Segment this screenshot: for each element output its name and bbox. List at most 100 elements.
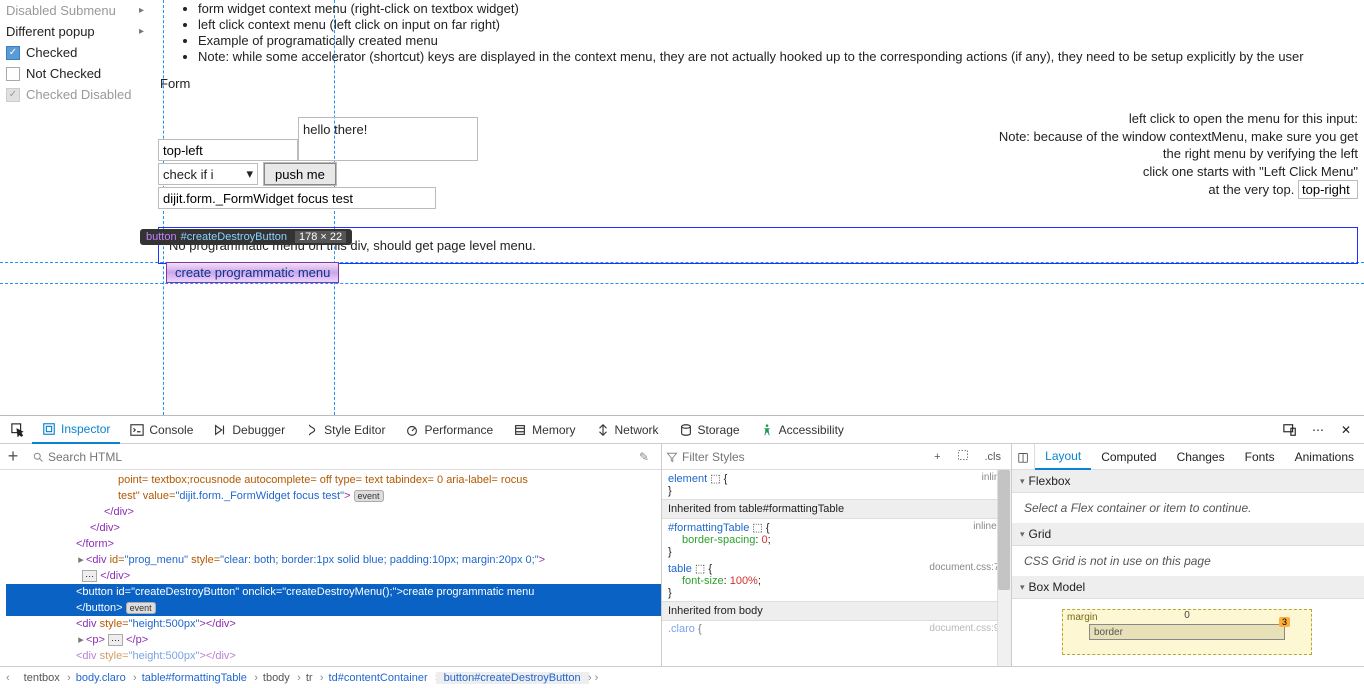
tab-style-editor[interactable]: Style Editor — [295, 416, 395, 444]
sidebar-menu: Disabled Submenu ▸ Different popup ▸ ✓ C… — [0, 0, 150, 105]
form-heading: Form — [160, 76, 1358, 91]
flex-icon[interactable]: ⬚ — [695, 563, 705, 575]
select-checkif[interactable]: check if i ▾ — [158, 163, 258, 185]
tab-animations[interactable]: Animations — [1285, 444, 1364, 470]
tab-debugger[interactable]: Debugger — [203, 416, 295, 444]
note-line: the right menu by verifying the left — [999, 145, 1358, 163]
right-note: left click to open the menu for this inp… — [999, 110, 1358, 199]
tab-storage[interactable]: Storage — [669, 416, 750, 444]
cls-button[interactable]: .cls — [979, 451, 1008, 463]
dom-text: </div> — [104, 506, 134, 518]
ellipsis-icon[interactable]: ⋯ — [108, 634, 123, 646]
scroll-thumb[interactable] — [998, 470, 1010, 590]
tab-label: Inspector — [61, 422, 110, 436]
breadcrumb-item[interactable]: tentbox — [16, 672, 68, 684]
event-badge[interactable]: event — [126, 602, 156, 614]
scrollbar[interactable] — [997, 470, 1011, 666]
section-grid[interactable]: Grid — [1012, 523, 1364, 546]
topleft-input[interactable] — [158, 139, 298, 161]
tab-console[interactable]: Console — [120, 416, 203, 444]
list-item: form widget context menu (right-click on… — [198, 1, 1358, 16]
ellipsis-icon[interactable]: ⋯ — [82, 570, 97, 582]
css-value[interactable]: 100% — [730, 575, 758, 587]
tab-computed[interactable]: Computed — [1091, 444, 1166, 470]
textarea-value: hello there! — [303, 122, 367, 137]
tab-network[interactable]: Network — [586, 416, 669, 444]
tooltip-selector: button — [146, 231, 177, 243]
textarea-input[interactable]: hello there! — [298, 117, 478, 161]
add-node-button[interactable]: + — [0, 446, 26, 467]
css-prop[interactable]: font-size — [668, 575, 724, 587]
section-flexbox[interactable]: Flexbox — [1012, 470, 1364, 493]
menu-label: Disabled Submenu — [6, 3, 116, 18]
tab-label: Style Editor — [324, 423, 385, 437]
tooltip-id: #createDestroyButton — [181, 231, 287, 243]
checkbox-icon[interactable]: ✓ — [6, 46, 20, 60]
devtools-body: + ✎ point= textbox;rocusnode autocomplet… — [0, 444, 1364, 666]
chevron-right-icon: ▸ — [139, 26, 144, 37]
tab-fonts[interactable]: Fonts — [1235, 444, 1285, 470]
selected-dom-node[interactable]: <button id="createDestroyButton" onclick… — [6, 584, 661, 600]
breadcrumb-item[interactable]: td#contentContainer — [321, 672, 436, 684]
layout-panel: ◫ Layout Computed Changes Fonts Animatio… — [1012, 444, 1364, 666]
layout-tabs: ◫ Layout Computed Changes Fonts Animatio… — [1012, 444, 1364, 470]
menu-label: Checked — [26, 45, 77, 60]
menu-item-different-popup[interactable]: Different popup ▸ — [0, 21, 150, 42]
create-programmatic-menu-button[interactable]: create programmatic menu — [166, 262, 339, 283]
push-me-button[interactable]: push me — [264, 163, 336, 185]
responsive-mode-button[interactable] — [1276, 416, 1304, 444]
flex-icon[interactable]: ⬚ — [710, 473, 720, 485]
sidebar-toggle-button[interactable]: ◫ — [1012, 444, 1035, 470]
checkbox-icon[interactable] — [6, 67, 20, 81]
tab-label: Storage — [698, 423, 740, 437]
css-prop[interactable]: border-spacing — [668, 534, 755, 546]
styles-rules[interactable]: inlineelement ⬚ {} Inherited from table#… — [662, 470, 1011, 666]
breadcrumb-item[interactable]: button#createDestroyButton — [436, 672, 589, 684]
flex-icon[interactable]: ⬚ — [752, 522, 762, 534]
tab-layout[interactable]: Layout — [1035, 444, 1091, 470]
breadcrumb-item[interactable]: body.claro — [68, 672, 134, 684]
menu-item-notchecked[interactable]: Not Checked — [0, 63, 150, 84]
inspector-tooltip: button #createDestroyButton 178 × 22 — [140, 229, 352, 245]
menu-item-checked[interactable]: ✓ Checked — [0, 42, 150, 63]
event-badge[interactable]: event — [354, 490, 384, 502]
topright-input[interactable] — [1298, 180, 1358, 199]
dom-toolbar: + ✎ — [0, 444, 661, 470]
breadcrumb-prev[interactable]: ‹ — [0, 672, 16, 684]
tab-performance[interactable]: Performance — [395, 416, 503, 444]
devtools-menu-button[interactable]: ⋯ — [1304, 416, 1332, 444]
menu-item-disabled-submenu: Disabled Submenu ▸ — [0, 0, 150, 21]
rule-selector: .claro — [668, 623, 695, 635]
rule-source[interactable]: document.css:78 — [929, 562, 1005, 573]
dom-search[interactable]: ✎ — [26, 450, 661, 464]
devtools-close-button[interactable]: ✕ — [1332, 416, 1360, 444]
rule-source[interactable]: document.css:99 — [929, 623, 1005, 634]
css-value[interactable]: 0 — [762, 534, 768, 546]
section-boxmodel[interactable]: Box Model — [1012, 576, 1364, 599]
dom-tree[interactable]: point= textbox;rocusnode autocomplete= o… — [0, 470, 661, 666]
section-body: CSS Grid is not in use on this page — [1012, 546, 1364, 576]
focus-test-input[interactable] — [158, 187, 436, 209]
search-html-input[interactable] — [48, 450, 629, 464]
filter-styles-input[interactable] — [682, 450, 924, 464]
guide-line — [0, 283, 1364, 284]
pseudo-hov-button[interactable] — [951, 449, 975, 464]
main-column: form widget context menu (right-click on… — [158, 0, 1358, 264]
select-value: check if i — [163, 167, 214, 182]
tab-accessibility[interactable]: Accessibility — [750, 416, 854, 444]
devtools: Inspector Console Debugger Style Editor … — [0, 415, 1364, 688]
breadcrumb-item[interactable]: tr — [298, 672, 321, 684]
add-rule-button[interactable]: + — [928, 451, 946, 463]
tab-inspector[interactable]: Inspector — [32, 416, 120, 444]
tab-label: Accessibility — [779, 423, 844, 437]
tab-memory[interactable]: Memory — [503, 416, 585, 444]
dom-text: </form> — [76, 538, 114, 550]
pick-element-button[interactable] — [4, 416, 32, 444]
eyedropper-icon[interactable]: ✎ — [633, 450, 655, 464]
tooltip-dimensions: 178 × 22 — [295, 231, 346, 243]
tab-changes[interactable]: Changes — [1167, 444, 1235, 470]
list-item: Note: while some accelerator (shortcut) … — [198, 49, 1358, 64]
breadcrumb-item[interactable]: tbody — [255, 672, 298, 684]
styles-toolbar: + .cls — [662, 444, 1011, 470]
breadcrumb-item[interactable]: table#formattingTable — [134, 672, 255, 684]
